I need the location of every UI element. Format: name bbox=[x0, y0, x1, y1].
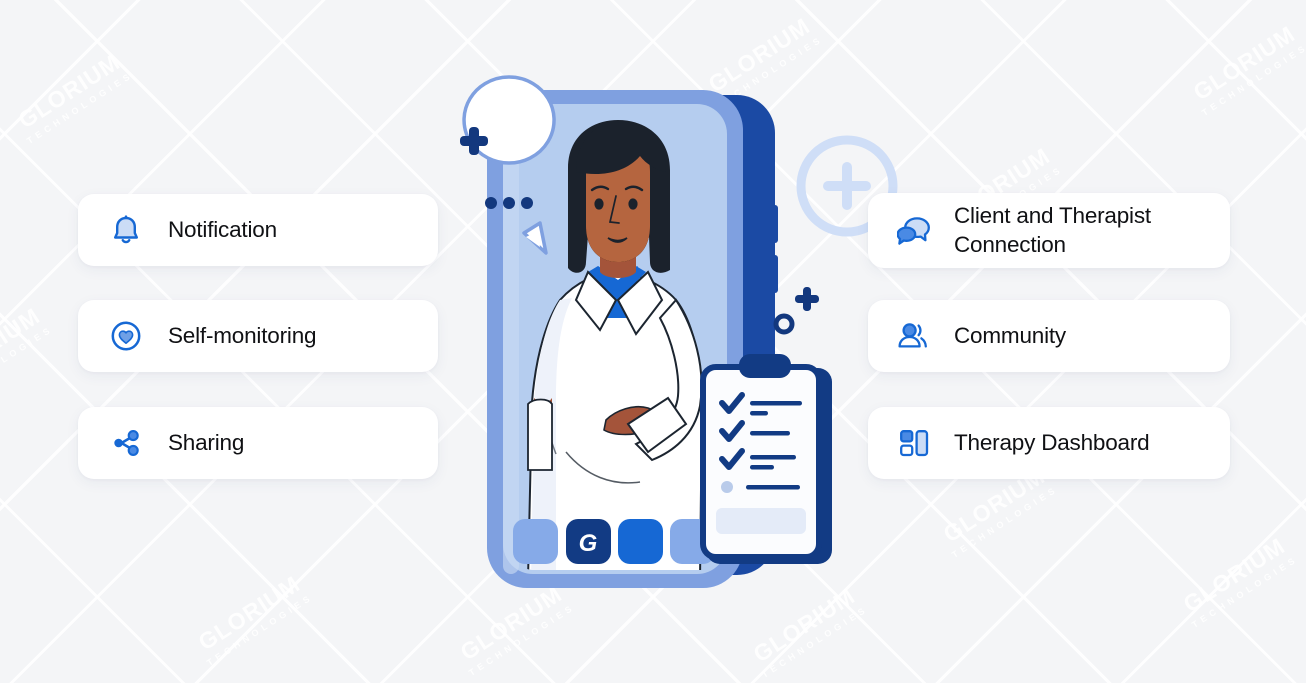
watermark-sub: TECHNOLOGIES bbox=[0, 323, 55, 400]
bell-icon bbox=[104, 208, 148, 252]
watermark-sub: TECHNOLOGIES bbox=[466, 601, 577, 678]
feature-card-therapy-dashboard[interactable]: Therapy Dashboard bbox=[868, 407, 1230, 479]
watermark-sub: TECHNOLOGIES bbox=[1199, 41, 1306, 118]
watermark: GLORIUM TECHNOLOGIES bbox=[1184, 17, 1306, 119]
watermark: GLORIUM TECHNOLOGIES bbox=[744, 579, 870, 681]
watermark-sub: TECHNOLOGIES bbox=[204, 591, 315, 668]
watermark-main: GLORIUM bbox=[703, 12, 815, 98]
feature-card-self-monitoring[interactable]: Self-monitoring bbox=[78, 300, 438, 372]
watermark: GLORIUM TECHNOLOGIES bbox=[699, 9, 825, 111]
feature-label: Therapy Dashboard bbox=[954, 429, 1150, 455]
typing-bubble-icon bbox=[462, 75, 556, 255]
watermark-main: GLORIUM bbox=[13, 48, 125, 134]
watermark: GLORIUM TECHNOLOGIES bbox=[189, 567, 315, 669]
feature-label: Sharing bbox=[168, 429, 245, 455]
share-nodes-icon bbox=[104, 421, 148, 465]
plus-mark-right-icon bbox=[795, 287, 819, 311]
watermark-main: GLORIUM bbox=[1178, 532, 1290, 618]
dock-app-glorium-glyph: G bbox=[579, 530, 598, 557]
watermark-sub: TECHNOLOGIES bbox=[24, 69, 135, 146]
feature-label: Client and Therapist Connection bbox=[954, 202, 1151, 259]
feature-card-notification[interactable]: Notification bbox=[78, 194, 438, 266]
watermark: GLORIUM TECHNOLOGIES bbox=[1174, 529, 1300, 631]
checklist-clipboard bbox=[700, 354, 832, 564]
feature-label: Community bbox=[954, 322, 1066, 348]
plus-mark-left-icon bbox=[460, 127, 488, 155]
heart-circle-icon bbox=[104, 314, 148, 358]
people-icon bbox=[892, 314, 936, 358]
watermark-main: GLORIUM bbox=[1188, 20, 1300, 106]
watermark-main: GLORIUM bbox=[0, 302, 45, 388]
watermark-sub: TECHNOLOGIES bbox=[949, 483, 1060, 560]
chat-bubbles-icon bbox=[892, 209, 936, 253]
feature-card-sharing[interactable]: Sharing bbox=[78, 407, 438, 479]
watermark-sub: TECHNOLOGIES bbox=[759, 603, 870, 680]
feature-label: Notification bbox=[168, 216, 277, 242]
watermark: GLORIUM TECHNOLOGIES bbox=[0, 299, 56, 401]
watermark-main: GLORIUM bbox=[193, 570, 305, 656]
phone-mockup bbox=[487, 90, 778, 588]
dashboard-layout-icon bbox=[892, 421, 936, 465]
feature-label-line-2: Connection bbox=[954, 231, 1066, 257]
ring-mark-right-icon bbox=[773, 313, 795, 335]
feature-label-line-1: Client and Therapist bbox=[954, 202, 1151, 228]
illustration-banner: GLORIUM TECHNOLOGIES GLORIUM TECHNOLOGIE… bbox=[0, 0, 1306, 683]
watermark-main: GLORIUM bbox=[748, 582, 860, 668]
watermark: GLORIUM TECHNOLOGIES bbox=[9, 45, 135, 147]
watermark: GLORIUM TECHNOLOGIES bbox=[451, 577, 577, 679]
watermark-sub: TECHNOLOGIES bbox=[714, 33, 825, 110]
phone-dock: G bbox=[513, 519, 715, 564]
feature-label: Self-monitoring bbox=[168, 322, 317, 348]
feature-card-client-therapist-connection[interactable]: Client and Therapist Connection bbox=[868, 193, 1230, 268]
therapist-character bbox=[526, 120, 704, 570]
watermark-main: GLORIUM bbox=[455, 580, 567, 666]
feature-card-community[interactable]: Community bbox=[868, 300, 1230, 372]
watermark-sub: TECHNOLOGIES bbox=[1189, 553, 1300, 630]
